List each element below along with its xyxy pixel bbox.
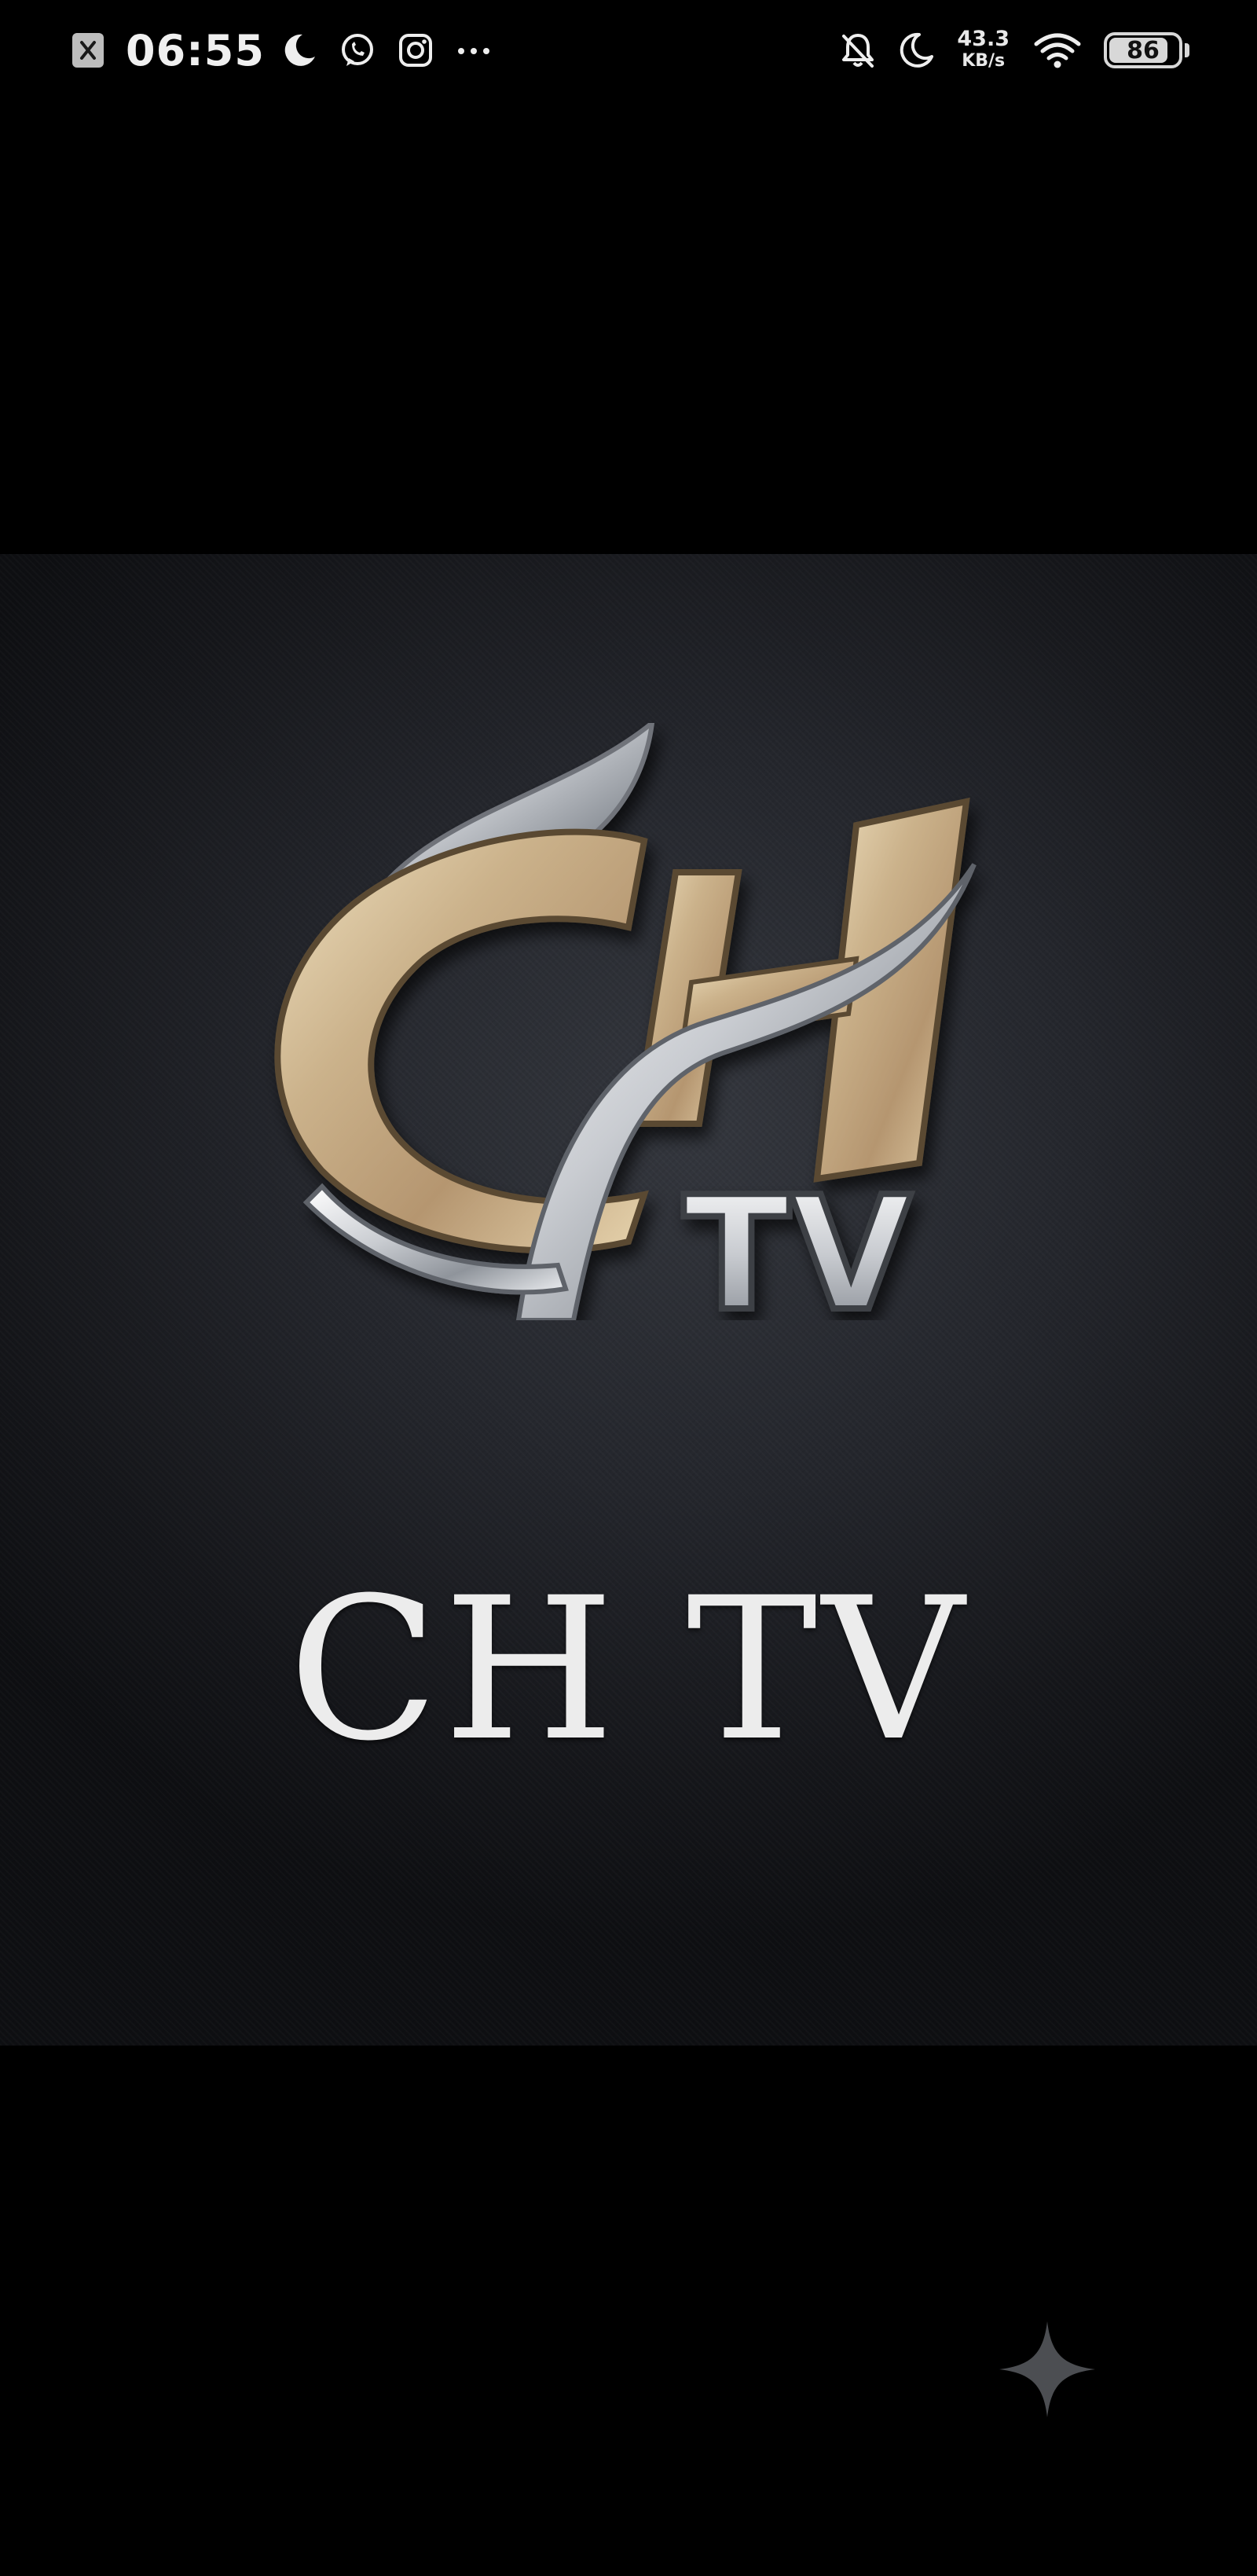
more-dots-icon	[453, 30, 494, 71]
status-bar-right: 43.3 KB/s 86	[837, 22, 1189, 79]
instagram-icon	[395, 30, 436, 71]
battery-cap	[1185, 43, 1189, 57]
wifi-icon	[1033, 30, 1082, 71]
sparkle-button[interactable]	[996, 2318, 1098, 2420]
whatsapp-icon	[337, 30, 378, 71]
sparkle-icon	[999, 2321, 1095, 2417]
notification-dismissed-icon	[68, 30, 108, 71]
image-viewer[interactable]: TV CH TV	[0, 554, 1257, 2046]
viewer-screen: 06:55 43.3 KB/s 86 TV CH TV	[0, 0, 1257, 2576]
network-speed-value: 43.3	[957, 27, 1010, 51]
tv-badge: TV	[680, 1160, 914, 1320]
network-speed: 43.3 KB/s	[957, 28, 1010, 72]
bell-muted-icon	[837, 30, 878, 71]
ch-tv-logo: TV	[274, 723, 977, 1320]
moon-icon	[279, 30, 320, 71]
network-speed-unit: KB/s	[962, 51, 1006, 71]
battery-level: 86	[1127, 36, 1160, 64]
status-bar-left: 06:55	[68, 22, 511, 79]
logo-badge-text: TV	[683, 1163, 911, 1320]
status-bar: 06:55 43.3 KB/s 86	[0, 0, 1257, 102]
status-clock: 06:55	[126, 25, 265, 75]
moon-icon	[896, 30, 936, 71]
battery-icon: 86	[1104, 32, 1182, 68]
brand-title: CH TV	[288, 1555, 969, 1784]
